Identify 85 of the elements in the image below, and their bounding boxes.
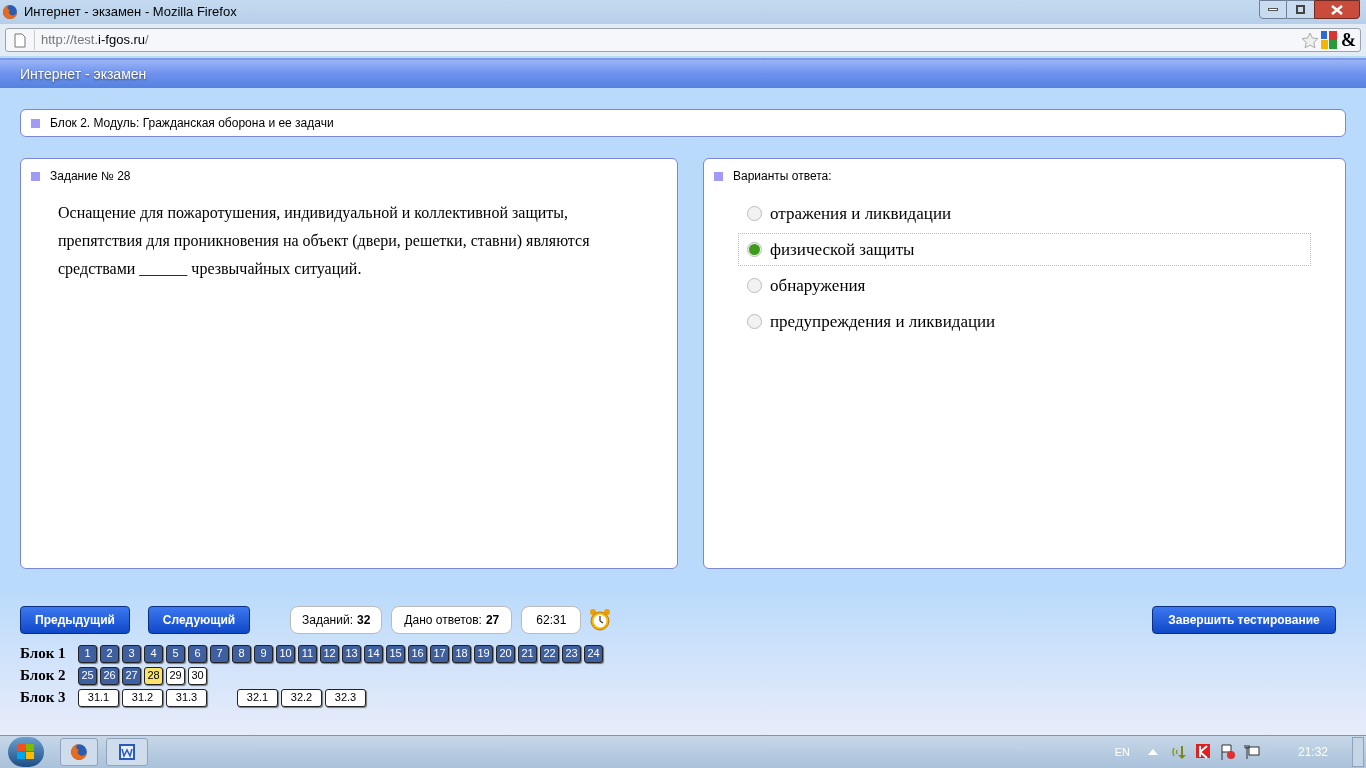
question-number[interactable]: 21 xyxy=(518,644,537,663)
windows-logo-icon xyxy=(17,744,35,760)
browser-logo-icon xyxy=(2,4,18,20)
question-number[interactable]: 6 xyxy=(188,644,207,663)
counter-label: Дано ответов: xyxy=(404,612,482,629)
previous-button[interactable]: Предыдущий xyxy=(20,606,130,634)
radio-icon xyxy=(747,314,762,329)
question-number[interactable]: 32.1 xyxy=(237,688,278,707)
question-number[interactable]: 9 xyxy=(254,644,273,663)
alarm-clock-icon xyxy=(589,608,612,632)
taskbar-app[interactable] xyxy=(106,738,148,766)
radio-icon xyxy=(747,278,762,293)
question-number[interactable]: 31.3 xyxy=(166,688,207,707)
question-number[interactable]: 32.2 xyxy=(281,688,322,707)
question-number[interactable]: 12 xyxy=(320,644,339,663)
question-number[interactable]: 23 xyxy=(562,644,581,663)
url-text: http://test.i-fgos.ru/ xyxy=(34,30,149,50)
question-number[interactable]: 29 xyxy=(166,666,185,685)
radio-icon xyxy=(747,206,762,221)
finish-button[interactable]: Завершить тестирование xyxy=(1152,606,1336,634)
task-label: Задание № 28 xyxy=(50,168,131,185)
question-number[interactable]: 10 xyxy=(276,644,295,663)
question-number[interactable]: 7 xyxy=(210,644,229,663)
window-title: Интернет - экзамен - Mozilla Firefox xyxy=(24,3,237,22)
question-number[interactable]: 4 xyxy=(144,644,163,663)
question-number[interactable]: 3 xyxy=(122,644,141,663)
question-number[interactable]: 17 xyxy=(430,644,449,663)
answer-option[interactable]: предупреждения и ликвидации xyxy=(738,305,1311,338)
address-field[interactable]: http://test.i-fgos.ru/ & xyxy=(5,28,1361,52)
flag-error-icon[interactable] xyxy=(1219,744,1236,760)
network-icon[interactable] xyxy=(1243,744,1260,760)
bullet-icon xyxy=(31,118,40,128)
question-number[interactable]: 26 xyxy=(100,666,119,685)
close-icon xyxy=(1331,4,1343,15)
start-button[interactable] xyxy=(8,737,44,767)
document-app-icon xyxy=(119,744,135,760)
counter-value: 32 xyxy=(356,612,371,629)
browser-logo-icon xyxy=(70,743,88,761)
block-label: Блок 1 xyxy=(20,644,67,664)
question-number[interactable]: 24 xyxy=(584,644,603,663)
addon-glyph[interactable]: & xyxy=(1341,31,1356,49)
question-number[interactable]: 5 xyxy=(166,644,185,663)
addon-icon[interactable] xyxy=(1321,31,1337,49)
question-number[interactable]: 22 xyxy=(540,644,559,663)
answer-option[interactable]: отражения и ликвидации xyxy=(738,197,1311,230)
close-button[interactable] xyxy=(1314,0,1360,19)
restore-button[interactable] xyxy=(1287,0,1314,19)
bullet-icon xyxy=(31,171,40,181)
bullet-icon xyxy=(714,171,723,181)
block-label: Блок 3 xyxy=(20,688,67,708)
block-label: Блок 2 xyxy=(20,666,67,686)
question-number[interactable]: 20 xyxy=(496,644,515,663)
module-label: Блок 2. Модуль: Гражданская оборона и ее задачи xyxy=(50,115,334,132)
answers-label: Варианты ответа: xyxy=(733,168,832,185)
next-button[interactable]: Следующий xyxy=(148,606,250,634)
question-number[interactable]: 32.3 xyxy=(325,688,366,707)
question-number[interactable]: 1 xyxy=(78,644,97,663)
question-number[interactable]: 27 xyxy=(122,666,141,685)
timer: 62:31 xyxy=(521,606,582,634)
question-number[interactable]: 30 xyxy=(188,666,207,685)
question-number[interactable]: 18 xyxy=(452,644,471,663)
star-icon[interactable] xyxy=(1301,31,1319,49)
question-number[interactable]: 31.2 xyxy=(122,688,163,707)
question-number[interactable]: 13 xyxy=(342,644,361,663)
counter-value: 27 xyxy=(485,612,500,629)
question-number[interactable]: 25 xyxy=(78,666,97,685)
app-title: Интернет - экзамен xyxy=(20,64,147,84)
question-number[interactable]: 14 xyxy=(364,644,383,663)
question-number[interactable]: 2 xyxy=(100,644,119,663)
question-number[interactable]: 8 xyxy=(232,644,251,663)
network-signal-icon[interactable] xyxy=(1171,744,1188,760)
taskbar-app[interactable] xyxy=(60,738,98,766)
minimize-button[interactable] xyxy=(1259,0,1287,19)
answer-option[interactable]: физической защиты xyxy=(738,233,1311,266)
question-number[interactable]: 28 xyxy=(144,666,163,685)
answer-option[interactable]: обнаружения xyxy=(738,269,1311,302)
radio-icon xyxy=(747,242,762,257)
question-number[interactable]: 15 xyxy=(386,644,405,663)
question-number[interactable]: 19 xyxy=(474,644,493,663)
question-text: Оснащение для пожаротушения, индивидуальной и коллективной защиты, препятствия для проникновения на объект (двери, решетки, ставни) являются средствами ______ чрезвычайных ситуаций. xyxy=(58,203,591,280)
counter-label: Заданий: xyxy=(302,612,353,629)
question-number[interactable]: 16 xyxy=(408,644,427,663)
page-icon xyxy=(14,32,26,48)
question-number[interactable]: 31.1 xyxy=(78,688,119,707)
question-number[interactable]: 11 xyxy=(298,644,317,663)
